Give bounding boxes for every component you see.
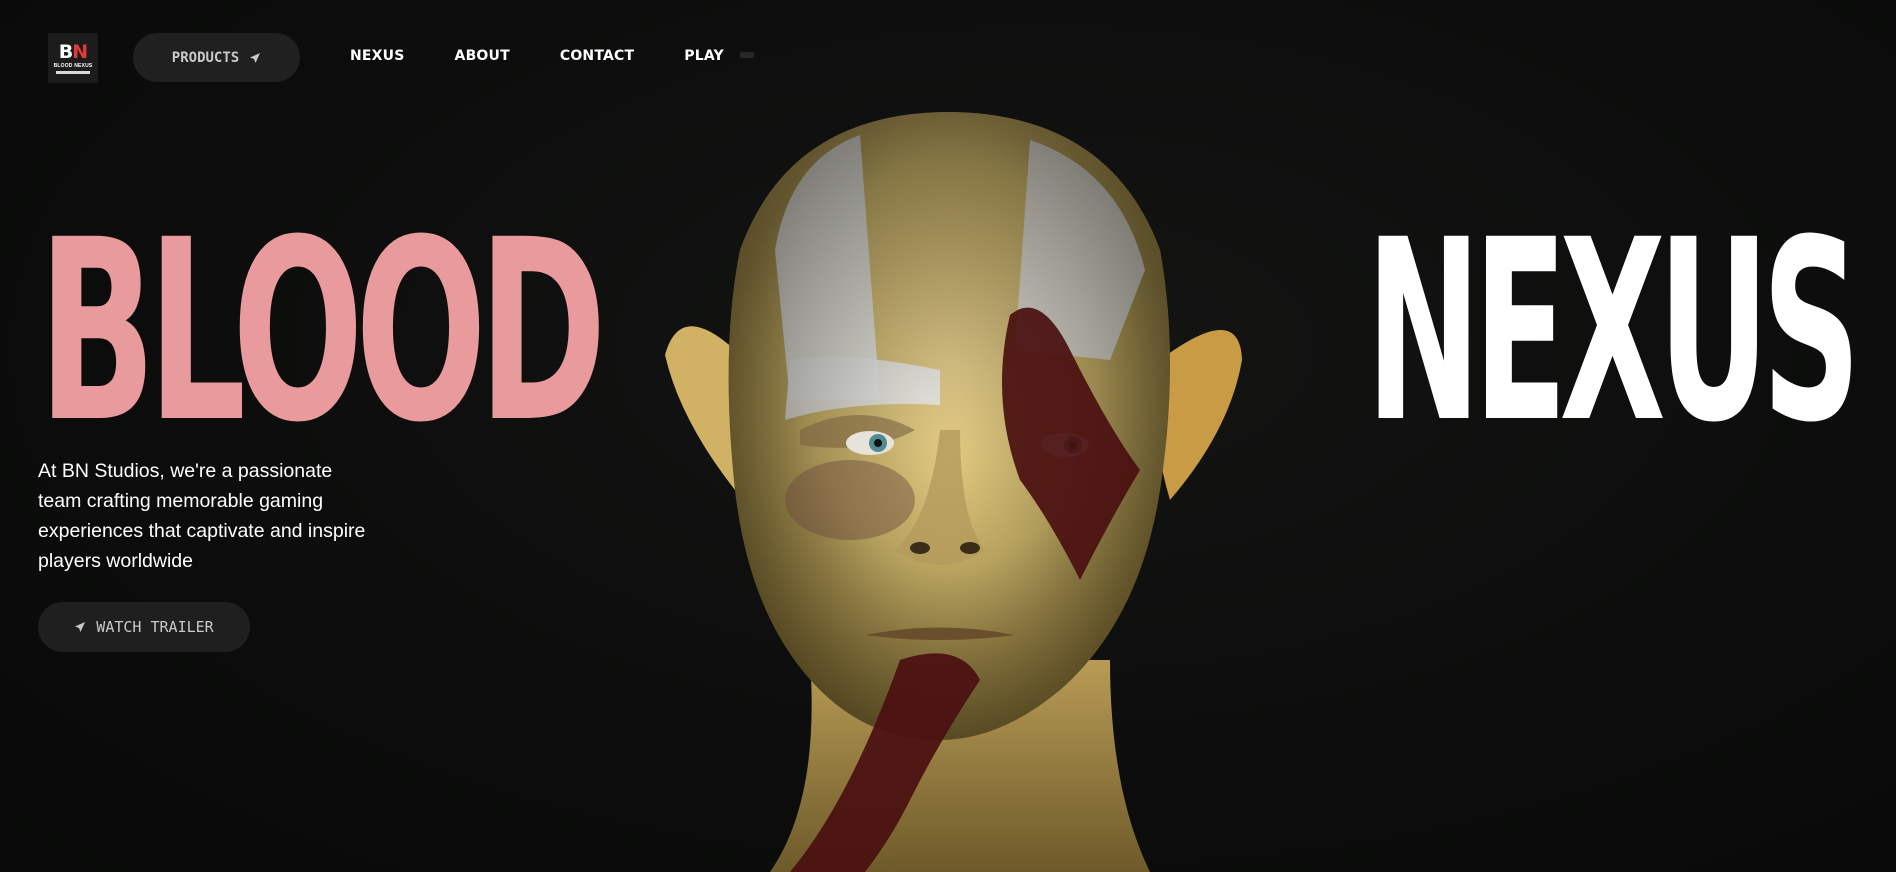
products-label: PRODUCTS xyxy=(171,49,240,66)
hero-page: BN BLOOD NEXUS PRODUCTS NEXUS ABOUT CONT… xyxy=(0,0,1896,872)
logo-mark: BN xyxy=(58,40,88,63)
hero-description: At BN Studios, we're a passionate team c… xyxy=(38,460,366,572)
nav-link-play[interactable]: PLAY xyxy=(684,48,724,64)
logo-subtext: BLOOD NEXUS xyxy=(53,62,93,69)
send-arrow-icon xyxy=(75,622,86,632)
nav-link-about[interactable]: ABOUT xyxy=(455,48,510,64)
nav-link-contact[interactable]: CONTACT xyxy=(560,48,634,64)
watch-trailer-button[interactable]: WATCH TRAILER xyxy=(38,602,250,652)
watch-trailer-label: WATCH TRAILER xyxy=(96,618,214,636)
main-nav: NEXUS ABOUT CONTACT PLAY xyxy=(350,48,774,64)
hero-title-blood: BLOOD xyxy=(38,186,607,477)
products-button[interactable]: PRODUCTS xyxy=(133,33,300,82)
nav-link-nexus[interactable]: NEXUS xyxy=(350,48,405,64)
brand-logo[interactable]: BN BLOOD NEXUS xyxy=(48,33,98,83)
logo-bar xyxy=(56,70,90,74)
nav-audio-indicator[interactable] xyxy=(740,52,754,58)
hero-title-nexus: NEXUS xyxy=(1366,186,1861,477)
character-head-image xyxy=(665,112,1242,872)
send-arrow-icon xyxy=(250,52,261,63)
